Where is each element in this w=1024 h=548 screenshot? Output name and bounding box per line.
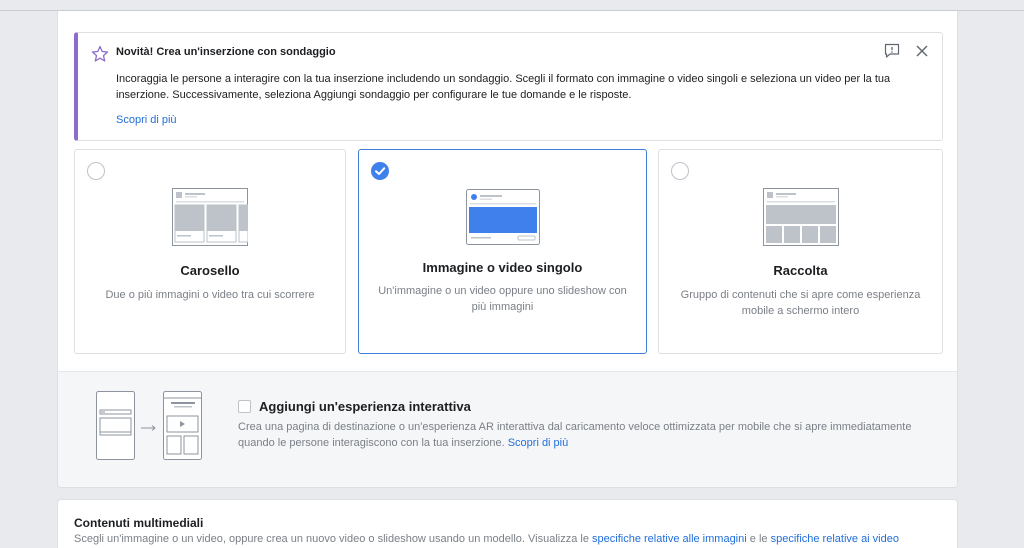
interactive-learn-more-link[interactable]: Scopri di più: [508, 437, 569, 449]
interactive-experience-heading: Aggiungi un'esperienza interattiva: [259, 399, 471, 414]
format-card-single-image[interactable]: Immagine o video singolo Un'immagine o u…: [358, 149, 647, 354]
top-bar: [0, 0, 1024, 11]
interactive-experience-illustration: [96, 391, 202, 460]
notice-title: Novità! Crea un'inserzione con sondaggio: [116, 46, 336, 58]
interactive-experience-text: Crea una pagina di destinazione o un'esp…: [238, 421, 912, 449]
collection-thumbnail-icon: [762, 188, 839, 246]
format-radio-single-image[interactable]: [371, 162, 389, 180]
format-card-collection[interactable]: Raccolta Gruppo di contenuti che si apre…: [658, 149, 943, 354]
interactive-experience-section: Aggiungi un'esperienza interattiva Crea …: [58, 371, 957, 487]
single-image-thumbnail-icon: [465, 189, 540, 245]
interactive-experience-checkbox[interactable]: [238, 400, 251, 413]
interactive-experience-description: Crea una pagina di destinazione o un'esp…: [238, 419, 948, 451]
format-radio-collection[interactable]: [671, 162, 689, 180]
ad-format-panel: Novità! Crea un'inserzione con sondaggio…: [57, 11, 958, 488]
checkmark-icon: [375, 167, 386, 175]
carousel-thumbnail-icon: [172, 188, 248, 246]
media-description: Scegli un'immagine o un video, oppure cr…: [74, 533, 899, 545]
format-label: Raccolta: [773, 263, 828, 278]
media-text-before: Scegli un'immagine o un video, oppure cr…: [74, 533, 589, 545]
video-specs-link[interactable]: specifiche relative ai video: [771, 533, 899, 545]
poll-notice: Novità! Crea un'inserzione con sondaggio…: [74, 32, 943, 141]
star-icon: [91, 45, 109, 62]
close-icon[interactable]: [913, 42, 931, 60]
media-text-middle: e le: [749, 533, 768, 545]
notice-learn-more-link[interactable]: Scopri di più: [116, 114, 177, 126]
format-description: Due o più immagini o video tra cui scorr…: [105, 289, 315, 301]
notice-body: Incoraggia le persone a interagire con l…: [116, 73, 891, 101]
format-description: Un'immagine o un video oppure uno slides…: [378, 285, 627, 313]
media-section: Contenuti multimediali Scegli un'immagin…: [57, 499, 958, 548]
feedback-icon[interactable]: [883, 42, 901, 60]
format-label: Immagine o video singolo: [422, 260, 583, 275]
format-card-carousel[interactable]: Carosello Due o più immagini o video tra…: [74, 149, 346, 354]
format-description: Gruppo di contenuti che si apre come esp…: [680, 289, 921, 317]
image-specs-link[interactable]: specifiche relative alle immagini: [592, 533, 747, 545]
format-radio-carousel[interactable]: [87, 162, 105, 180]
media-heading: Contenuti multimediali: [74, 516, 204, 530]
format-label: Carosello: [180, 263, 240, 278]
